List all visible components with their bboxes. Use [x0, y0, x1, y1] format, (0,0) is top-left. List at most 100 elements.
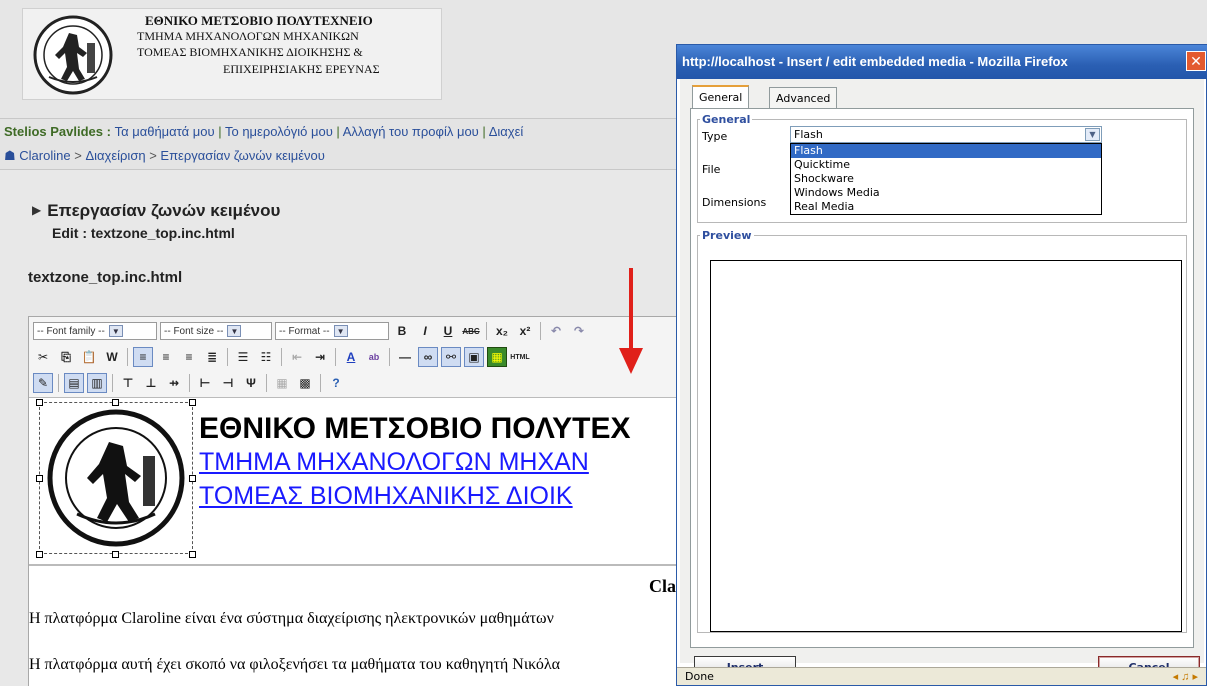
cut-icon[interactable]: ✂: [33, 347, 53, 367]
type-option-shockware[interactable]: Shockware: [791, 172, 1101, 186]
media-popup-window: http://localhost - Insert / edit embedde…: [676, 44, 1207, 686]
link-my-calendar[interactable]: Το ημερολόγιό μου: [225, 124, 333, 139]
general-legend: General: [702, 113, 751, 126]
preview-fieldset: Preview: [697, 229, 1187, 633]
triangle-bullet-icon: ▶: [32, 203, 42, 217]
chevron-down-icon: ▼: [108, 325, 123, 337]
rich-text-editor: -- Font family -- ▼ -- Font size -- ▼ -- F…: [28, 316, 689, 686]
breadcrumb-separator: >: [149, 148, 157, 163]
resize-handle[interactable]: [189, 399, 196, 406]
bullet-list-icon[interactable]: ☰: [233, 347, 253, 367]
type-option-windows-media[interactable]: Windows Media: [791, 186, 1101, 200]
indent-icon[interactable]: ⇥: [310, 347, 330, 367]
numbered-list-icon[interactable]: ☷: [256, 347, 276, 367]
window-titlebar[interactable]: http://localhost - Insert / edit embedde…: [677, 45, 1207, 79]
toolbar-separator: [189, 374, 190, 392]
align-center-icon[interactable]: ≡: [156, 347, 176, 367]
unlink-icon[interactable]: ⚯: [441, 347, 461, 367]
subscript-icon[interactable]: x₂: [492, 321, 512, 341]
format-value: -- Format --: [279, 325, 330, 337]
link-my-courses[interactable]: Τα μαθήματά μου: [115, 124, 215, 139]
copy-icon[interactable]: ⎘: [56, 347, 76, 367]
strikethrough-icon[interactable]: ABC: [461, 321, 481, 341]
type-select[interactable]: Flash ▼: [790, 126, 1102, 143]
font-family-value: -- Font family --: [37, 325, 105, 337]
resize-handle[interactable]: [36, 551, 43, 558]
horizontal-rule-icon[interactable]: —: [395, 347, 415, 367]
tab-advanced[interactable]: Advanced: [769, 87, 838, 109]
row-before-icon[interactable]: ⊤: [118, 373, 138, 393]
type-dropdown-list: Flash Quicktime Shockware Windows Media …: [790, 143, 1102, 215]
toolbar-separator: [281, 348, 282, 366]
underline-icon[interactable]: U: [438, 321, 458, 341]
document-seal-image[interactable]: [43, 406, 189, 550]
toolbar-separator: [486, 322, 487, 340]
html-source-icon[interactable]: HTML: [510, 347, 530, 367]
italic-icon[interactable]: I: [415, 321, 435, 341]
redo-icon[interactable]: ↷: [569, 321, 589, 341]
toolbar-separator: [112, 374, 113, 392]
tool-title-text: Επεργασίαν ζωνών κειμένου: [47, 201, 281, 220]
table-icon[interactable]: ▤: [64, 373, 84, 393]
link-my-profile[interactable]: Αλλαγή του προφίλ μου: [343, 124, 479, 139]
split-cells-icon[interactable]: ▦: [272, 373, 292, 393]
resize-handle[interactable]: [36, 475, 43, 482]
col-after-icon[interactable]: ⊣: [218, 373, 238, 393]
media-icon[interactable]: ▦: [487, 347, 507, 367]
align-justify-icon[interactable]: ≣: [202, 347, 222, 367]
row-after-icon[interactable]: ⊥: [141, 373, 161, 393]
banner-box: ΕΘΝΙΚΟ ΜΕΤΣΟΒΙΟ ΠΟΛΥΤΕΧΝΕΙΟ ΤΜΗΜΑ ΜΗΧΑΝΟ…: [22, 8, 442, 100]
align-right-icon[interactable]: ≡: [179, 347, 199, 367]
table-props-icon[interactable]: ▥: [87, 373, 107, 393]
link-icon[interactable]: ∞: [418, 347, 438, 367]
outdent-icon[interactable]: ⇤: [287, 347, 307, 367]
type-option-flash[interactable]: Flash: [791, 144, 1101, 158]
text-color-icon[interactable]: A: [341, 347, 361, 367]
paste-word-icon[interactable]: W: [102, 347, 122, 367]
resize-handle[interactable]: [36, 399, 43, 406]
undo-icon[interactable]: ↶: [546, 321, 566, 341]
tab-general[interactable]: General: [692, 85, 750, 109]
banner-line-2: ΤΜΗΜΑ ΜΗΧΑΝΟΛΟΓΩΝ ΜΗΧΑΝΙΚΩΝ: [137, 29, 359, 43]
user-name: Stelios Pavlides :: [4, 124, 111, 139]
align-left-icon[interactable]: ≡: [133, 347, 153, 367]
toolbar-separator: [58, 374, 59, 392]
red-arrow-annotation: [619, 268, 643, 374]
image-icon[interactable]: ▣: [464, 347, 484, 367]
preview-area: [710, 260, 1182, 632]
col-before-icon[interactable]: ⊢: [195, 373, 215, 393]
breadcrumb-textzones[interactable]: Επεργασίαν ζωνών κειμένου: [160, 148, 324, 163]
breadcrumb-admin[interactable]: Διαχείριση: [85, 148, 145, 163]
type-option-quicktime[interactable]: Quicktime: [791, 158, 1101, 172]
media-dialog: General Advanced General Preview Type Fi…: [680, 79, 1204, 678]
university-seal-logo: [33, 15, 113, 95]
breadcrumb-claroline[interactable]: Claroline: [19, 148, 70, 163]
visual-aid-icon[interactable]: ✎: [33, 373, 53, 393]
help-icon[interactable]: ?: [326, 373, 346, 393]
bold-icon[interactable]: B: [392, 321, 412, 341]
doc-heading-1: ΕΘΝΙΚΟ ΜΕΤΣΟΒΙΟ ΠΟΛΥΤΕΧ: [199, 412, 631, 445]
background-color-icon[interactable]: ab: [364, 347, 384, 367]
type-option-real-media[interactable]: Real Media: [791, 200, 1101, 214]
close-icon[interactable]: ✕: [1186, 51, 1206, 71]
font-size-select[interactable]: -- Font size -- ▼: [160, 322, 272, 340]
font-family-select[interactable]: -- Font family -- ▼: [33, 322, 157, 340]
status-text: Done: [685, 670, 714, 683]
resize-handle[interactable]: [112, 399, 119, 406]
format-select[interactable]: -- Format -- ▼: [275, 322, 389, 340]
link-admin[interactable]: Διαχεί: [489, 124, 524, 139]
delete-col-icon[interactable]: Ψ: [241, 373, 261, 393]
resize-handle[interactable]: [112, 551, 119, 558]
banner-line-4: ΕΠΙΧΕΙΡΗΣΙΑΚΗΣ ΕΡΕΥΝΑΣ: [223, 62, 380, 76]
preview-legend: Preview: [702, 229, 752, 242]
resize-handle[interactable]: [189, 475, 196, 482]
paste-icon[interactable]: 📋: [79, 347, 99, 367]
toolbar-row-1: -- Font family -- ▼ -- Font size -- ▼ -- F…: [29, 319, 689, 343]
superscript-icon[interactable]: x²: [515, 321, 535, 341]
resize-handle[interactable]: [189, 551, 196, 558]
merge-cells-icon[interactable]: ▩: [295, 373, 315, 393]
delete-row-icon[interactable]: ⇸: [164, 373, 184, 393]
dimensions-label: Dimensions: [702, 196, 767, 209]
editor-document[interactable]: ΕΘΝΙΚΟ ΜΕΤΣΟΒΙΟ ΠΟΛΥΤΕΧ ΤΜΗΜΑ ΜΗΧΑΝΟΛΟΓΩ…: [29, 397, 689, 686]
chevron-down-icon[interactable]: ▼: [1085, 128, 1100, 141]
